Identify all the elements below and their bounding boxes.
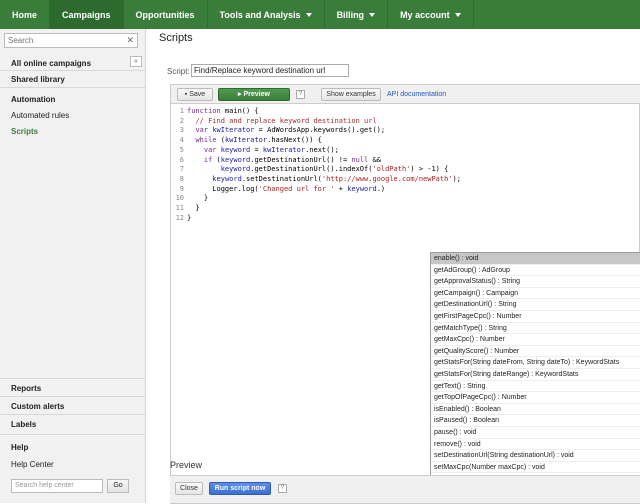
help-icon[interactable]: ? bbox=[296, 90, 305, 99]
tab-home[interactable]: Home bbox=[0, 0, 51, 29]
tab-tools[interactable]: Tools and Analysis bbox=[208, 0, 325, 29]
save-icon: ▪ bbox=[184, 91, 188, 98]
api-documentation-link[interactable]: API documentation bbox=[387, 91, 446, 98]
autocomplete-item[interactable]: getStatsFor(String dateRange) : KeywordS… bbox=[431, 369, 640, 381]
save-button[interactable]: ▪ Save bbox=[177, 88, 213, 101]
sidebar-item-automated-rules[interactable]: Automated rules bbox=[11, 111, 69, 120]
autocomplete-item[interactable]: setMaxCpc(Number maxCpc) : void bbox=[431, 462, 640, 474]
sidebar-item-scripts[interactable]: Scripts bbox=[11, 127, 38, 136]
tab-opportunities[interactable]: Opportunities bbox=[124, 0, 208, 29]
sidebar-item-all-campaigns[interactable]: All online campaigns bbox=[11, 59, 91, 68]
close-icon[interactable]: ✕ bbox=[126, 35, 134, 46]
sidebar-item-reports[interactable]: Reports bbox=[11, 384, 41, 393]
line-number: 4 bbox=[179, 136, 184, 145]
sidebar-item-help[interactable]: Help bbox=[11, 443, 28, 452]
top-nav: Home Campaigns Opportunities Tools and A… bbox=[0, 0, 640, 29]
search-input[interactable] bbox=[5, 34, 123, 47]
autocomplete-item[interactable]: getFirstPageCpc() : Number bbox=[431, 311, 640, 323]
save-label: Save bbox=[189, 91, 206, 98]
sidebar-item-automation[interactable]: Automation bbox=[11, 95, 55, 104]
autocomplete-item[interactable]: getStatsFor(String dateFrom, String date… bbox=[431, 357, 640, 369]
autocomplete-item[interactable]: getText() : String bbox=[431, 381, 640, 393]
tab-billing-label: Billing bbox=[336, 9, 365, 20]
tab-campaigns-label: Campaigns bbox=[62, 9, 111, 20]
sidebar-item-help-center[interactable]: Help Center bbox=[11, 460, 54, 469]
preview-label: Preview bbox=[243, 91, 270, 98]
script-label: Script: bbox=[167, 67, 190, 76]
preview-title: Preview bbox=[170, 460, 203, 470]
sidebar-item-shared-library[interactable]: Shared library bbox=[11, 75, 65, 84]
autocomplete-item[interactable]: getCampaign() : Campaign bbox=[431, 288, 640, 300]
autocomplete-item[interactable]: setDestinationUrl(String destinationUrl)… bbox=[431, 450, 640, 462]
autocomplete-item[interactable]: isEnabled() : Boolean bbox=[431, 404, 640, 416]
line-number: 12 bbox=[175, 213, 184, 222]
help-search-input[interactable]: Search help center bbox=[11, 479, 103, 493]
autocomplete-item[interactable]: getMaxCpc() : Number bbox=[431, 334, 640, 346]
autocomplete-item[interactable]: enable() : void bbox=[431, 253, 640, 265]
autocomplete-item[interactable]: remove() : void bbox=[431, 439, 640, 451]
tab-my-account-label: My account bbox=[400, 9, 450, 20]
sidebar-item-custom-alerts[interactable]: Custom alerts bbox=[11, 402, 64, 411]
autocomplete-item[interactable]: isPaused() : Boolean bbox=[431, 415, 640, 427]
main-content: Scripts Script: Find/Replace keyword des… bbox=[147, 29, 640, 504]
show-examples-button[interactable]: Show examples bbox=[321, 88, 381, 101]
run-script-button[interactable]: Run script now bbox=[209, 482, 271, 495]
play-icon: ▸ bbox=[238, 91, 242, 98]
line-numbers: 1 2 3 4 5 6 7 8 9 10 11 12 bbox=[171, 105, 184, 455]
help-icon[interactable]: ? bbox=[278, 484, 287, 493]
code-text[interactable]: function main() { // Find and replace ke… bbox=[187, 107, 461, 223]
line-number: 2 bbox=[179, 116, 184, 125]
divider bbox=[0, 396, 145, 397]
tab-opportunities-label: Opportunities bbox=[135, 9, 195, 20]
code-editor[interactable]: ▪ Save ▸ Preview ? Show examples API doc… bbox=[170, 84, 640, 504]
divider bbox=[0, 70, 145, 71]
script-name-field[interactable]: Find/Replace keyword destination url bbox=[191, 64, 349, 77]
autocomplete-item[interactable]: getTopOfPageCpc() : Number bbox=[431, 392, 640, 404]
autocomplete-item[interactable]: getAdGroup() : AdGroup bbox=[431, 265, 640, 277]
preview-bar: Close Run script now ? bbox=[170, 475, 640, 503]
collapse-sidebar-icon[interactable]: « bbox=[130, 56, 142, 67]
tab-campaigns[interactable]: Campaigns bbox=[50, 0, 124, 29]
line-number: 11 bbox=[175, 204, 184, 213]
line-number: 1 bbox=[179, 107, 184, 115]
autocomplete-item[interactable]: getApprovalStatus() : String bbox=[431, 276, 640, 288]
preview-button[interactable]: ▸ Preview bbox=[218, 88, 290, 101]
tab-my-account[interactable]: My account bbox=[388, 0, 474, 29]
divider bbox=[0, 378, 145, 379]
tab-home-label: Home bbox=[12, 9, 38, 20]
close-button[interactable]: Close bbox=[175, 482, 203, 495]
tab-tools-label: Tools and Analysis bbox=[219, 9, 301, 20]
page-title: Scripts bbox=[159, 32, 193, 44]
autocomplete-item[interactable]: pause() : void bbox=[431, 427, 640, 439]
go-button[interactable]: Go bbox=[107, 479, 129, 493]
autocomplete-item[interactable]: getMatchType() : String bbox=[431, 323, 640, 335]
autocomplete-list[interactable]: enable() : void getAdGroup() : AdGroup get… bbox=[430, 252, 640, 484]
chevron-down-icon bbox=[454, 12, 461, 17]
chevron-down-icon bbox=[305, 12, 312, 17]
autocomplete-item[interactable]: getDestinationUrl() : String bbox=[431, 299, 640, 311]
divider bbox=[0, 434, 145, 435]
sidebar: ✕ « All online campaigns Shared library … bbox=[0, 29, 146, 503]
line-number: 6 bbox=[179, 155, 184, 164]
line-number: 8 bbox=[179, 174, 184, 183]
sidebar-search: ✕ bbox=[4, 33, 138, 48]
tab-billing[interactable]: Billing bbox=[325, 0, 389, 29]
autocomplete-item[interactable]: getQualityScore() : Number bbox=[431, 346, 640, 358]
editor-toolbar: ▪ Save ▸ Preview ? Show examples API doc… bbox=[171, 85, 640, 104]
line-number: 3 bbox=[179, 126, 184, 135]
sidebar-item-labels[interactable]: Labels bbox=[11, 420, 36, 429]
line-number: 7 bbox=[179, 165, 184, 174]
line-number: 9 bbox=[179, 184, 184, 193]
line-number: 10 bbox=[175, 194, 184, 203]
divider bbox=[0, 87, 145, 88]
divider bbox=[0, 414, 145, 415]
line-number: 5 bbox=[179, 145, 184, 154]
chevron-down-icon bbox=[369, 12, 376, 17]
